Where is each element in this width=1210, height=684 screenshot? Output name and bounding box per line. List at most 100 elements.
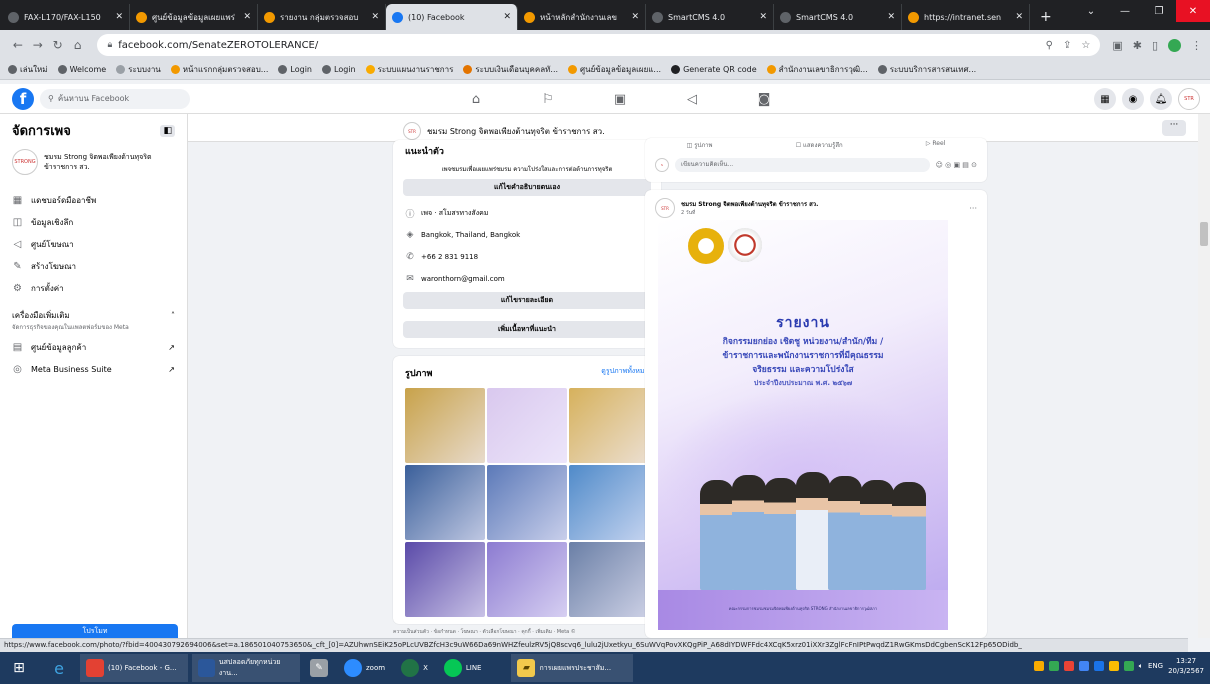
tab-close-icon[interactable]: ✕ xyxy=(115,12,123,22)
sidebar-item[interactable]: ⚙ การตั้งค่า xyxy=(12,277,175,299)
account-avatar[interactable]: STR xyxy=(1178,88,1200,110)
bookmark-item[interactable]: เล่นใหม่ xyxy=(8,63,48,76)
photo-meeting-1[interactable] xyxy=(487,465,567,540)
photo-poster-2[interactable] xyxy=(569,465,649,540)
tab-search-icon[interactable]: ⌄ xyxy=(1074,0,1108,22)
bookmark-item[interactable]: สำนักงานเลขาธิการวุฒิ... xyxy=(766,63,868,76)
sidebar-item[interactable]: ✎ สร้างโฆษณา xyxy=(12,255,175,277)
edit-details-button[interactable]: แก้ไขรายละเอียด xyxy=(403,292,651,309)
extension-icon[interactable]: ▣ xyxy=(1112,39,1122,52)
tray-icon[interactable] xyxy=(1123,661,1134,671)
photo-poster-1[interactable] xyxy=(487,388,567,463)
sidebar-tool-item[interactable]: ◎ Meta Business Suite ↗ xyxy=(12,358,175,380)
ads-nav-icon[interactable]: ◁ xyxy=(656,84,728,114)
bookmark-item[interactable]: Welcome xyxy=(57,65,106,74)
browser-tab[interactable]: https://intranet.sen ✕ xyxy=(902,4,1030,30)
tab-close-icon[interactable]: ✕ xyxy=(887,12,895,22)
scrollbar-thumb[interactable] xyxy=(1200,222,1208,246)
start-button[interactable]: ⊞ xyxy=(0,654,38,682)
zoom-icon[interactable]: ⚲ xyxy=(1046,40,1053,51)
promote-button[interactable]: โปรโมท xyxy=(12,624,178,638)
new-tab-button[interactable]: + xyxy=(1030,4,1062,30)
taskbar-pinned-app[interactable]: LINE xyxy=(438,654,488,682)
language-indicator[interactable]: ENG xyxy=(1148,662,1163,670)
sidebar-page-switcher[interactable]: STRONG ชมรม Strong จิตพอเพียงต้านทุจริต … xyxy=(12,149,175,175)
forward-icon[interactable]: → xyxy=(28,38,48,52)
browser-tab[interactable]: (10) Facebook ✕ xyxy=(386,4,518,30)
edit-bio-button[interactable]: แก้ไขคำอธิบายตนเอง xyxy=(403,179,651,196)
bookmark-item[interactable]: ศูนย์ข้อมูลข้อมูลเผยแ... xyxy=(568,63,661,76)
browser-tab[interactable]: FAX-L170/FAX-L150 ✕ xyxy=(2,4,130,30)
home-icon[interactable]: ⌂ xyxy=(68,38,88,52)
share-icon[interactable]: ⇪ xyxy=(1063,40,1071,51)
bookmark-item[interactable]: หน้าแรกกลุ่มตรวจสอบ... xyxy=(170,63,268,76)
photo-poster-3[interactable] xyxy=(487,542,567,617)
browser-tab[interactable]: SmartCMS 4.0 ✕ xyxy=(646,4,774,30)
sidebar-collapse-icon[interactable]: ◧ xyxy=(160,124,175,137)
taskbar-window[interactable]: (10) Facebook - G... xyxy=(80,654,188,682)
taskbar-pinned-app[interactable]: X xyxy=(395,654,434,682)
menu-icon[interactable]: ⋮ xyxy=(1191,39,1202,52)
clock[interactable]: 13:27 20/3/2567 xyxy=(1168,656,1204,676)
taskbar-window[interactable]: นสปลอดภัยทุกหน่วยงาน... xyxy=(192,654,300,682)
photo-awards-1[interactable] xyxy=(405,388,485,463)
tab-close-icon[interactable]: ✕ xyxy=(503,12,511,22)
facebook-logo-icon[interactable]: f xyxy=(12,87,34,110)
menu-grid-icon[interactable]: ▦ xyxy=(1094,88,1116,110)
search-input[interactable]: ⚲ ค้นหาบน Facebook xyxy=(40,88,190,109)
reload-icon[interactable]: ↻ xyxy=(48,38,68,52)
page-scrollbar[interactable] xyxy=(1198,114,1210,638)
post-author[interactable]: ชมรม Strong จิตพอเพียงต้านทุจริต ข้าราชก… xyxy=(681,199,818,209)
tray-icon[interactable] xyxy=(1093,661,1104,671)
post-author-avatar[interactable]: STR xyxy=(655,198,675,218)
notifications-icon[interactable]: 🔔︎ xyxy=(1150,88,1172,110)
watch-nav-icon[interactable]: ◙ xyxy=(728,84,800,114)
comment-input[interactable]: เขียนความคิดเห็น... xyxy=(675,158,930,172)
volume-icon[interactable]: 🔈︎ xyxy=(1139,662,1143,671)
pinned-app-icon[interactable]: ✎ xyxy=(304,654,334,682)
url-input[interactable]: 🔒︎ facebook.com/SenateZEROTOLERANCE/ ⚲ ⇪… xyxy=(97,34,1101,56)
sidebar-item[interactable]: ◁ ศูนย์โฆษณา xyxy=(12,233,175,255)
tray-icon[interactable] xyxy=(1033,661,1044,671)
tray-icon[interactable] xyxy=(1048,661,1059,671)
chevron-up-icon[interactable]: ˄ xyxy=(171,311,175,320)
post-menu-icon[interactable]: ··· xyxy=(969,204,977,213)
see-all-photos-link[interactable]: ดูรูปภาพทั้งหมด xyxy=(601,366,649,380)
photo-composer-button[interactable]: ◫ รูปภาพ xyxy=(687,140,713,150)
browser-tab[interactable]: SmartCMS 4.0 ✕ xyxy=(774,4,902,30)
sidebar-tool-item[interactable]: ▤ ศูนย์ข้อมูลลูกค้า ↗ xyxy=(12,336,175,358)
tab-close-icon[interactable]: ✕ xyxy=(371,12,379,22)
tray-icon[interactable] xyxy=(1078,661,1089,671)
tray-icon[interactable] xyxy=(1063,661,1074,671)
bookmark-star-icon[interactable]: ☆ xyxy=(1081,40,1090,51)
photo-collage[interactable] xyxy=(569,542,649,617)
add-featured-button[interactable]: เพิ่มเนื้อหาที่แนะนำ xyxy=(403,321,651,338)
bookmark-item[interactable]: Login xyxy=(322,65,356,74)
post-time[interactable]: 2 วันที่ xyxy=(681,209,818,217)
comment-emoji-icons[interactable]: ☺ ◎ ▣ ▤ ⊙ xyxy=(936,161,977,169)
sidebar-item[interactable]: ▦ แดชบอร์ดมืออาชีพ xyxy=(12,189,175,211)
browser-tab[interactable]: หน้าหลักสำนักงานเลข ✕ xyxy=(518,4,646,30)
bookmark-item[interactable]: ระบบงาน xyxy=(116,63,161,76)
minimize-button[interactable]: — xyxy=(1108,0,1142,22)
photo-survey[interactable] xyxy=(405,542,485,617)
bookmark-item[interactable]: Generate QR code xyxy=(671,65,757,74)
back-icon[interactable]: ← xyxy=(8,38,28,52)
browser-tab[interactable]: ศูนย์ข้อมูลข้อมูลเผยแพร่ ✕ xyxy=(130,4,258,30)
puzzle-icon[interactable]: ✱ xyxy=(1133,39,1142,52)
bookmark-item[interactable]: ระบบเงินเดือนบุคคลทั... xyxy=(463,63,558,76)
taskbar-pinned-app[interactable]: zoom xyxy=(338,654,391,682)
tray-icon[interactable] xyxy=(1108,661,1119,671)
tab-close-icon[interactable]: ✕ xyxy=(631,12,639,22)
reel-composer-button[interactable]: ▷ Reel xyxy=(926,140,945,150)
messenger-icon[interactable]: ◉ xyxy=(1122,88,1144,110)
close-window-button[interactable]: ✕ xyxy=(1176,0,1210,22)
bookmark-item[interactable]: ระบบแผนงานราชการ xyxy=(365,63,453,76)
home-nav-icon[interactable]: ⌂ xyxy=(440,84,512,114)
tab-close-icon[interactable]: ✕ xyxy=(243,12,251,22)
bookmark-item[interactable]: Login xyxy=(278,65,312,74)
flag-nav-icon[interactable]: ⚐ xyxy=(512,84,584,114)
folder-task[interactable]: ▰ การเผยแพรประชาสัม... xyxy=(511,654,634,682)
photo-group-1[interactable] xyxy=(405,465,485,540)
edge-icon[interactable]: e xyxy=(42,654,76,682)
